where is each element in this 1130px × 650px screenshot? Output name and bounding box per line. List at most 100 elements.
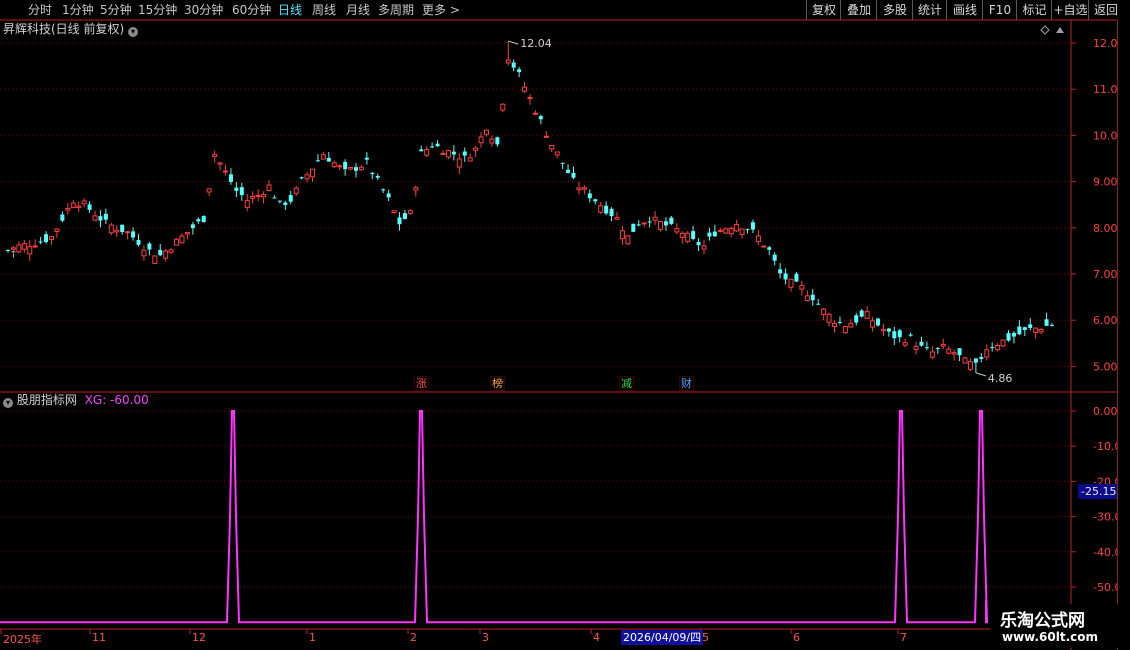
candle-body-25-1	[277, 200, 282, 202]
time-label-5: 3	[482, 631, 489, 644]
candle-body-32-0	[348, 167, 354, 170]
candle-body-1-0	[10, 247, 16, 250]
candle-body-5-1	[60, 214, 65, 221]
candle-body-35-1	[386, 193, 391, 198]
candle-body-33-0	[358, 166, 364, 171]
candle-body-24-1	[266, 184, 272, 191]
candle-body-20-1	[223, 170, 228, 173]
time-label-4: 2	[410, 631, 417, 644]
candle-body-88-0	[957, 348, 962, 356]
chart-canvas[interactable]: 12.0011.0010.009.008.007.006.005.000.00-…	[0, 0, 1130, 650]
candle-body-13-0	[141, 249, 147, 257]
candle-body-51-0	[554, 151, 560, 156]
candle-body-40-0	[435, 143, 440, 147]
candle-body-47-0	[511, 62, 516, 68]
candle-body-96-1	[1050, 324, 1054, 326]
candle-body-76-1	[832, 322, 837, 327]
candle-body-11-1	[125, 231, 131, 234]
candle-body-57-1	[625, 235, 631, 245]
candle-body-60-0	[652, 216, 658, 221]
candle-body-17-1	[190, 224, 195, 229]
candle-body-45-0	[489, 138, 495, 144]
candle-body-3-0	[32, 245, 38, 248]
indicator-title[interactable]: ▾ 股朋指标网 XG: -60.00	[3, 392, 149, 408]
candle-body-10-0	[108, 224, 114, 234]
candle-body-43-0	[467, 157, 473, 162]
candle-body-72-1	[788, 278, 794, 288]
candle-body-15-0	[163, 250, 169, 259]
candle-body-52-1	[571, 172, 576, 178]
event-marker-1[interactable]: 榜	[490, 376, 505, 391]
candle-body-83-0	[902, 342, 908, 346]
candle-body-69-0	[750, 222, 755, 230]
watermark-line2: www.60lt.com	[1002, 630, 1099, 644]
candle-body-53-0	[576, 187, 582, 191]
candle-body-26-1	[288, 195, 293, 202]
candle-body-31-1	[343, 161, 348, 170]
candle-body-10-1	[114, 229, 120, 233]
candle-body-23-0	[250, 196, 256, 199]
candle-body-92-0	[1000, 339, 1006, 347]
indicator-name: 股朋指标网	[16, 393, 77, 407]
candle-body-6-1	[70, 202, 76, 209]
event-marker-3[interactable]: 财	[679, 376, 694, 391]
side-panel-strip[interactable]	[1117, 20, 1130, 650]
candle-body-13-1	[147, 243, 152, 250]
main-ytick-label-7: 5.00	[1093, 360, 1118, 373]
candle-body-36-0	[391, 210, 397, 214]
collapse-icon[interactable]: ▾	[3, 398, 13, 408]
diamond-icon	[1040, 25, 1050, 35]
candle-body-50-1	[549, 144, 555, 150]
triangle-up-icon	[1056, 27, 1064, 33]
candle-body-63-0	[685, 232, 691, 242]
event-marker-0[interactable]: 涨	[414, 376, 429, 391]
candle-body-91-1	[995, 345, 1001, 351]
candle-body-84-1	[919, 341, 924, 346]
candle-body-49-0	[532, 112, 538, 115]
candle-body-18-1	[201, 215, 206, 223]
candle-body-42-1	[462, 151, 467, 156]
candle-body-19-0	[206, 188, 212, 193]
candle-body-95-0	[1033, 327, 1039, 334]
candle-body-65-0	[707, 232, 712, 237]
candle-body-6-0	[65, 207, 71, 211]
candle-body-37-0	[402, 213, 407, 219]
candle-body-92-1	[1006, 333, 1011, 341]
stock-title: 昇辉科技(日线 前复权)	[3, 22, 125, 36]
candle-body-82-0	[892, 331, 897, 339]
candle-body-65-1	[712, 231, 717, 237]
candle-body-80-1	[876, 318, 880, 326]
candle-body-42-0	[456, 158, 462, 168]
candle-body-27-1	[299, 177, 304, 179]
candle-body-2-1	[27, 246, 33, 255]
candle-body-93-0	[1011, 332, 1016, 337]
candle-body-9-0	[98, 216, 103, 221]
watermark: 乐淘公式网 www.60lt.com	[990, 604, 1120, 648]
candle-body-19-1	[212, 153, 218, 157]
main-ytick-label-4: 8.00	[1093, 222, 1118, 235]
candle-body-49-1	[538, 116, 543, 120]
candle-body-3-1	[38, 241, 43, 243]
candle-body-88-1	[962, 357, 968, 364]
candle-body-14-1	[158, 249, 163, 256]
low-marker-line	[975, 372, 987, 377]
candle-body-80-0	[870, 320, 876, 328]
candle-body-22-1	[244, 200, 250, 208]
candle-body-71-0	[772, 254, 777, 261]
main-chart-title[interactable]: 昇辉科技(日线 前复权) ▾	[3, 21, 139, 37]
candle-body-59-1	[647, 221, 652, 223]
candle-body-39-0	[424, 149, 430, 156]
candle-body-21-1	[234, 187, 239, 191]
dropdown-icon[interactable]: ▾	[128, 27, 139, 37]
candle-body-73-1	[799, 284, 805, 290]
candles-group	[6, 41, 1054, 373]
candle-body-53-1	[581, 187, 587, 190]
candle-body-45-1	[495, 137, 500, 145]
candle-body-81-1	[886, 328, 891, 332]
candle-body-55-0	[598, 205, 604, 213]
candle-body-76-0	[826, 313, 832, 323]
candle-body-95-1	[1038, 328, 1044, 333]
candle-body-14-0	[152, 255, 158, 264]
candle-body-35-0	[381, 189, 386, 191]
event-marker-2[interactable]: 减	[619, 376, 634, 391]
